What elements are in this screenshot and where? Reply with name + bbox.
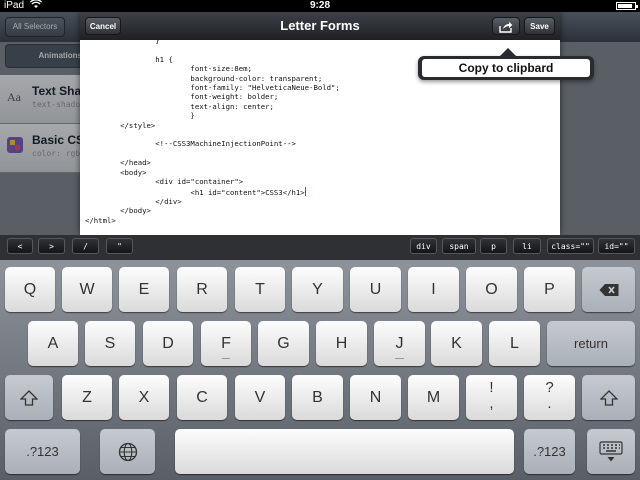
id-attr-key[interactable]: id="" xyxy=(598,238,635,254)
key-q[interactable]: Q xyxy=(5,267,55,312)
key-m[interactable]: M xyxy=(408,375,459,420)
lt-key[interactable]: < xyxy=(7,238,33,254)
key-exclaim-comma[interactable]: !, xyxy=(466,375,517,420)
key-s[interactable]: S xyxy=(85,321,135,366)
key-j[interactable]: J xyxy=(374,321,425,366)
key-b[interactable]: B xyxy=(292,375,343,420)
key-a[interactable]: A xyxy=(28,321,78,366)
key-z[interactable]: Z xyxy=(62,375,112,420)
on-screen-keyboard: Q W E R T Y U I O P A S D F G H J K L re… xyxy=(0,260,640,480)
share-button[interactable] xyxy=(492,17,520,35)
clock: 9:28 xyxy=(309,0,330,11)
key-i[interactable]: I xyxy=(408,267,459,312)
save-button[interactable]: Save xyxy=(524,17,555,35)
class-attr-key[interactable]: class="" xyxy=(547,238,594,254)
key-o[interactable]: O xyxy=(466,267,517,312)
share-popover: Copy to clipbard xyxy=(418,48,594,80)
shift-key-left[interactable] xyxy=(5,375,53,420)
home-bump xyxy=(395,358,404,359)
key-bottom-label: , xyxy=(489,395,494,412)
key-top-label: ? xyxy=(545,379,554,396)
li-key[interactable]: li xyxy=(513,238,541,254)
return-key[interactable]: return xyxy=(547,321,635,366)
key-w[interactable]: W xyxy=(62,267,112,312)
code-editor-modal: Cancel Letter Forms Save } h1 { font-siz… xyxy=(80,12,560,235)
key-h[interactable]: H xyxy=(316,321,367,366)
quote-key[interactable]: " xyxy=(106,238,133,254)
code-content: } h1 { font-size:8em; background-color: … xyxy=(85,40,340,225)
delete-key[interactable] xyxy=(582,267,635,312)
share-icon xyxy=(499,21,513,35)
key-x[interactable]: X xyxy=(119,375,169,420)
globe-key[interactable] xyxy=(100,429,155,474)
globe-icon xyxy=(118,442,137,461)
key-bottom-label: . xyxy=(547,395,552,412)
key-l[interactable]: L xyxy=(489,321,540,366)
key-label: F xyxy=(221,335,231,352)
slash-key[interactable]: / xyxy=(72,238,99,254)
home-bump xyxy=(222,358,230,359)
key-c[interactable]: C xyxy=(177,375,227,420)
key-question-period[interactable]: ?. xyxy=(524,375,575,420)
key-r[interactable]: R xyxy=(177,267,227,312)
hide-keyboard-key[interactable] xyxy=(587,429,635,474)
key-label: J xyxy=(395,335,404,352)
modal-title: Letter Forms xyxy=(280,18,360,33)
key-e[interactable]: E xyxy=(119,267,169,312)
code-text-tail: </div> </body> </html> xyxy=(85,196,182,225)
html-shortcut-bar: < > / " div span p li class="" id="" xyxy=(0,235,640,260)
key-y[interactable]: Y xyxy=(292,267,343,312)
key-n[interactable]: N xyxy=(350,375,401,420)
code-text: } h1 { font-size:8em; background-color: … xyxy=(120,40,340,197)
p-key[interactable]: p xyxy=(480,238,507,254)
battery-icon xyxy=(616,2,638,10)
key-p[interactable]: P xyxy=(524,267,575,312)
span-key[interactable]: span xyxy=(442,238,476,254)
key-g[interactable]: G xyxy=(258,321,309,366)
shift-icon xyxy=(20,389,38,406)
key-f[interactable]: F xyxy=(201,321,251,366)
key-d[interactable]: D xyxy=(143,321,193,366)
key-k[interactable]: K xyxy=(431,321,482,366)
backspace-icon xyxy=(599,283,618,296)
copy-to-clipboard-button[interactable]: Copy to clipbard xyxy=(422,59,590,77)
numbers-key-right[interactable]: .?123 xyxy=(524,429,575,474)
key-u[interactable]: U xyxy=(350,267,401,312)
keyboard-dismiss-icon xyxy=(599,440,623,461)
text-cursor xyxy=(304,186,306,196)
div-key[interactable]: div xyxy=(410,238,437,254)
shift-key-right[interactable] xyxy=(582,375,635,420)
key-top-label: ! xyxy=(489,379,494,396)
space-bar[interactable] xyxy=(175,429,514,474)
gt-key[interactable]: > xyxy=(38,238,65,254)
key-t[interactable]: T xyxy=(235,267,285,312)
key-v[interactable]: V xyxy=(235,375,285,420)
modal-header: Cancel Letter Forms Save xyxy=(80,12,560,40)
numbers-key-left[interactable]: .?123 xyxy=(5,429,80,474)
shift-icon xyxy=(599,389,618,406)
status-bar: iPad 9:28 xyxy=(0,0,640,12)
